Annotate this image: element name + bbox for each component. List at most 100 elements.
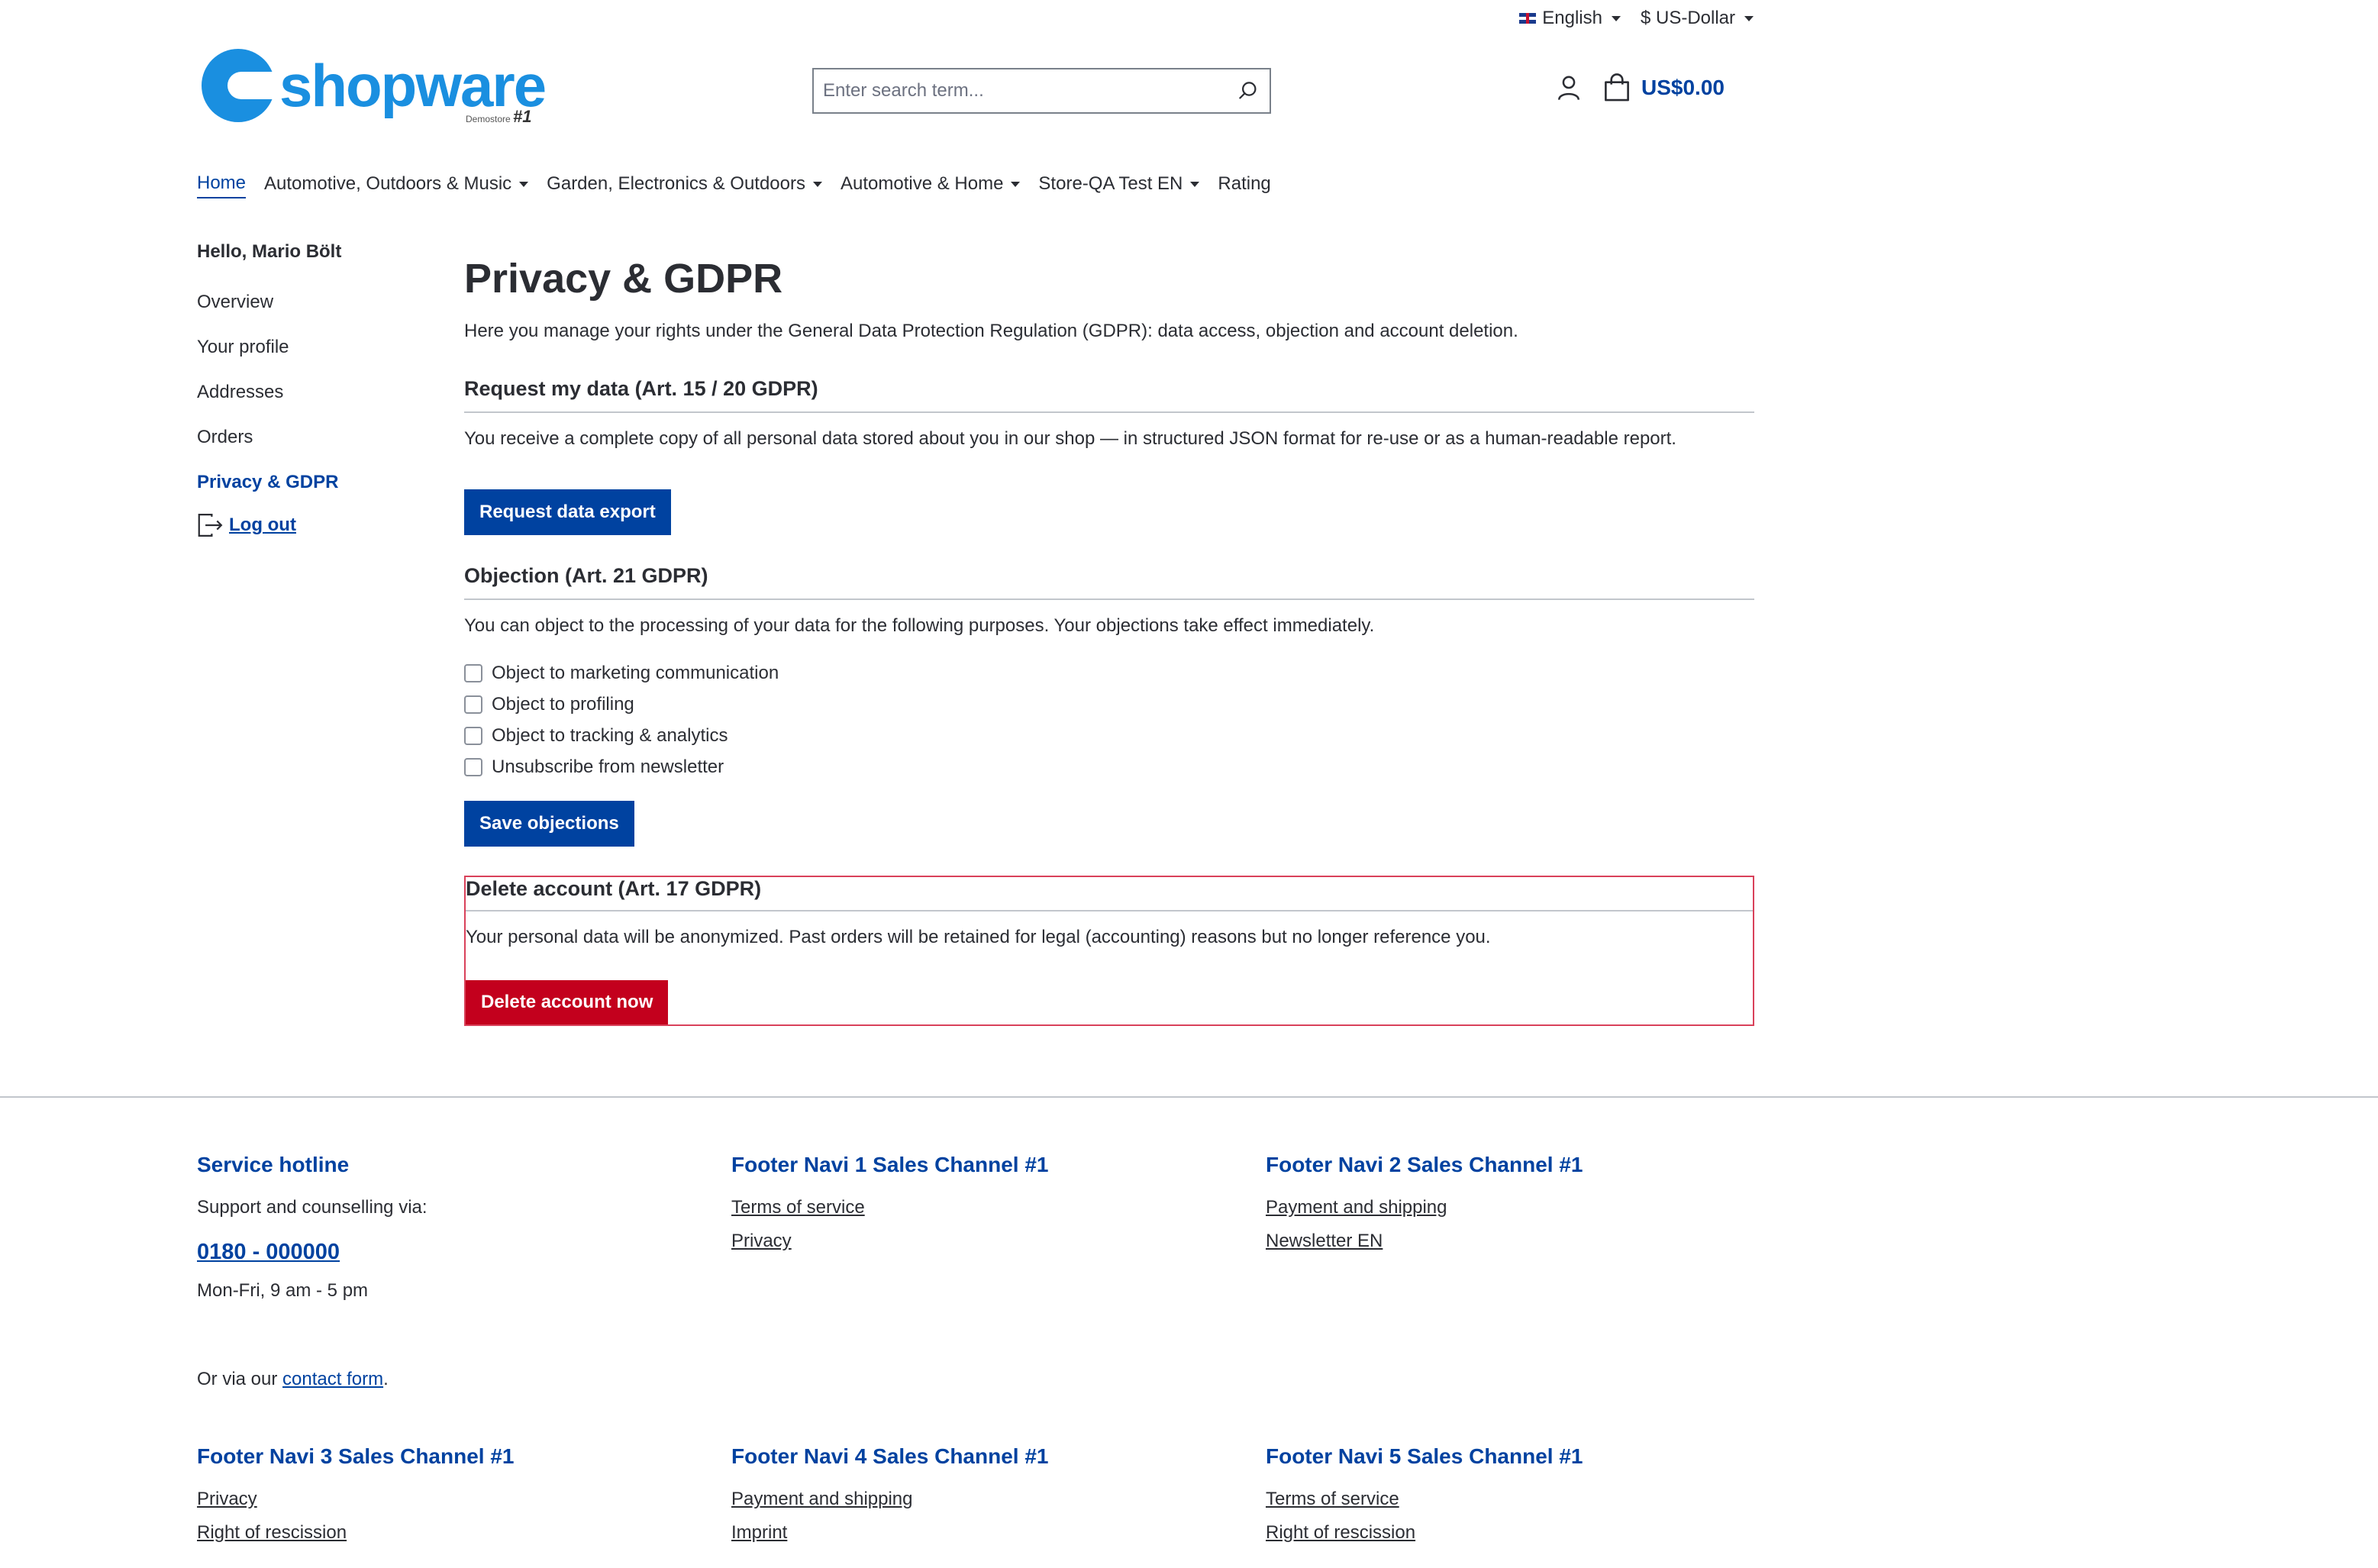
nav-item-label: Garden, Electronics & Outdoors [547,173,805,194]
nav-item-rating[interactable]: Rating [1218,169,1270,198]
chevron-down-icon [813,181,822,187]
footer-link[interactable]: Payment and shipping [1266,1197,1785,1218]
footer-heading: Footer Navi 4 Sales Channel #1 [731,1444,1049,1468]
request-data-description: You receive a complete copy of all perso… [464,428,1676,449]
language-selector[interactable]: English [1519,8,1621,29]
footer-nav-1: Footer Navi 1 Sales Channel #1 Terms of … [731,1153,1250,1264]
search-icon [1239,82,1257,99]
search-button[interactable] [1227,69,1270,112]
chevron-down-icon [1190,181,1200,187]
account-greeting: Hello, Mario Bölt [197,241,342,262]
footer-link[interactable]: Terms of service [731,1197,1250,1218]
nav-item-automotive-home[interactable]: Automotive & Home [841,169,1021,198]
objection-section: Objection (Art. 21 GDPR) You can object … [464,564,1754,847]
footer-heading: Footer Navi 3 Sales Channel #1 [197,1444,515,1468]
checkbox-label: Object to tracking & analytics [492,725,728,746]
nav-item-label: Home [197,173,247,193]
footer-link[interactable]: Payment and shipping [731,1489,1250,1510]
checkbox-box[interactable] [464,727,482,745]
nav-item-label: Automotive & Home [841,173,1004,194]
save-objections-button[interactable]: Save objections [464,801,634,847]
currency-label: $ US-Dollar [1640,8,1735,28]
hotline-text: Support and counselling via: [197,1197,428,1218]
hotline-hours: Mon-Fri, 9 am - 5 pm [197,1280,369,1301]
footer-heading: Footer Navi 1 Sales Channel #1 [731,1153,1049,1176]
checkbox-box[interactable] [464,758,482,776]
unsubscribe-newsletter-checkbox[interactable]: Unsubscribe from newsletter [464,757,1754,778]
cart-button[interactable]: US$0.00 [1603,73,1725,102]
header-actions: US$0.00 [1556,73,1725,102]
chevron-down-icon [519,181,529,187]
chevron-down-icon [1011,181,1021,187]
search-input[interactable] [814,80,1227,102]
user-icon [1557,76,1580,100]
account-button[interactable] [1556,73,1582,102]
footer-service-hotline: Service hotline Support and counselling … [197,1153,716,1404]
logout-link[interactable]: Log out [197,512,341,538]
contact-form-link[interactable]: contact form [282,1369,383,1389]
footer-nav-3: Footer Navi 3 Sales Channel #1 Privacy R… [197,1444,716,1556]
objection-profiling-checkbox[interactable]: Object to profiling [464,694,1754,715]
logo-sub-mark: #1 [513,107,532,126]
objection-tracking-checkbox[interactable]: Object to tracking & analytics [464,725,1754,747]
footer-heading: Footer Navi 5 Sales Channel #1 [1266,1444,1583,1468]
logout-icon [198,514,223,537]
objection-heading: Objection (Art. 21 GDPR) [464,564,1754,600]
sidebar-item-profile[interactable]: Your profile [197,337,341,358]
footer-link[interactable]: Privacy [731,1231,1250,1252]
request-data-heading: Request my data (Art. 15 / 20 GDPR) [464,377,1754,413]
sidebar-item-overview[interactable]: Overview [197,292,341,313]
checkbox-label: Object to profiling [492,694,634,715]
contact-suffix: . [383,1369,389,1389]
delete-account-heading: Delete account (Art. 17 GDPR) [466,877,1753,911]
footer-nav-2: Footer Navi 2 Sales Channel #1 Payment a… [1266,1153,1785,1264]
footer-link[interactable]: Privacy [197,1489,716,1510]
uk-flag-icon [1519,13,1537,24]
footer-link[interactable]: Right of rescission [197,1522,716,1544]
footer-nav-5: Footer Navi 5 Sales Channel #1 Terms of … [1266,1444,1785,1556]
checkbox-box[interactable] [464,664,482,682]
sidebar-item-orders[interactable]: Orders [197,427,341,448]
nav-item-store-qa-test[interactable]: Store-QA Test EN [1038,169,1200,198]
checkbox-box[interactable] [464,695,482,714]
request-data-section: Request my data (Art. 15 / 20 GDPR) You … [464,377,1754,535]
footer-link[interactable]: Newsletter EN [1266,1231,1785,1252]
footer-nav-4: Footer Navi 4 Sales Channel #1 Payment a… [731,1444,1250,1556]
nav-item-label: Store-QA Test EN [1038,173,1183,194]
checkbox-label: Unsubscribe from newsletter [492,757,724,777]
delete-account-description: Your personal data will be anonymized. P… [466,927,1491,947]
page-title: Privacy & GDPR [464,256,783,302]
sidebar-item-privacy-gdpr[interactable]: Privacy & GDPR [197,472,341,493]
sidebar-item-addresses[interactable]: Addresses [197,382,341,403]
nav-item-automotive-outdoors-music[interactable]: Automotive, Outdoors & Music [264,169,529,198]
main-navigation: Home Automotive, Outdoors & Music Garden… [197,169,1271,198]
logout-label: Log out [229,515,296,535]
footer-link[interactable]: Imprint [731,1522,1250,1544]
topbar: English $ US-Dollar [1519,8,1754,29]
shopping-bag-icon [1605,73,1629,102]
delete-account-button[interactable]: Delete account now [466,980,669,1024]
footer-link[interactable]: Terms of service [1266,1489,1785,1510]
chevron-down-icon [1744,15,1754,21]
nav-item-garden-electronics-outdoors[interactable]: Garden, Electronics & Outdoors [547,169,822,198]
footer-heading: Service hotline [197,1153,350,1176]
request-data-export-button[interactable]: Request data export [464,489,671,535]
cart-total: US$0.00 [1641,76,1725,99]
shop-logo[interactable]: shopware Demostore #1 [202,49,547,126]
hotline-phone-link[interactable]: 0180 - 000000 [197,1240,716,1265]
shopware-logo-icon [202,49,281,122]
privacy-gdpr-content: Privacy & GDPR Here you manage your righ… [464,255,1754,1026]
footer-link[interactable]: Right of rescission [1266,1522,1785,1544]
logo-sub-text: Demostore [466,114,511,124]
nav-item-home[interactable]: Home [197,169,247,198]
checkbox-label: Object to marketing communication [492,663,779,683]
account-sidebar: Hello, Mario Bölt Overview Your profile … [197,241,341,538]
currency-selector[interactable]: $ US-Dollar [1641,8,1754,29]
footer-divider [0,1096,2378,1098]
objection-options: Object to marketing communication Object… [464,663,1754,778]
nav-item-label: Automotive, Outdoors & Music [264,173,512,194]
logo-subtitle: Demostore #1 [466,107,532,127]
search-bar [812,68,1271,114]
objection-marketing-checkbox[interactable]: Object to marketing communication [464,663,1754,684]
nav-item-label: Rating [1218,173,1271,194]
